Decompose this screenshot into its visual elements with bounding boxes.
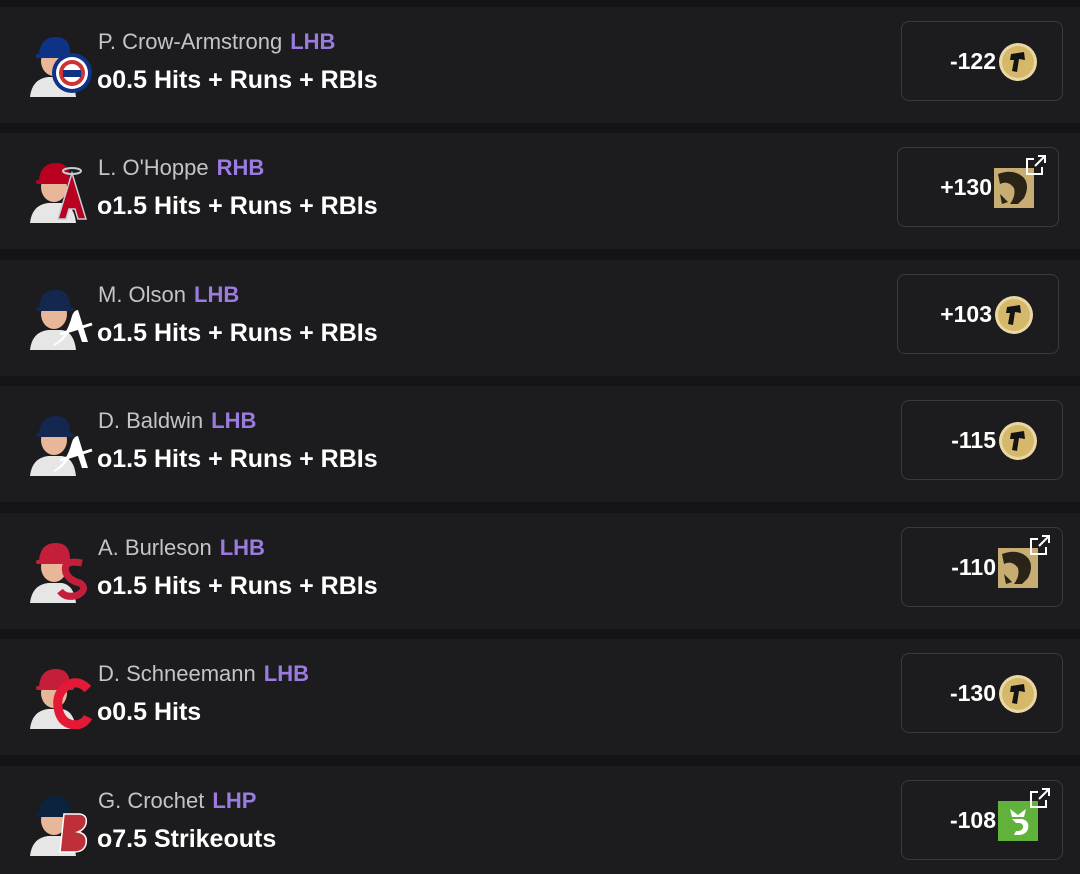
handedness-badge: LHP [212,788,257,813]
player-name: D. Baldwin [98,408,204,433]
handedness-badge: LHB [290,29,336,54]
player-name-line: M. Olson LHB [98,282,239,308]
handedness-badge: LHB [211,408,257,433]
prop-line: o1.5 Hits + Runs + RBIs [97,319,378,347]
odds-button[interactable]: -115 [901,400,1063,480]
prop-line: o1.5 Hits + Runs + RBIs [97,445,378,473]
player-name-line: A. Burleson LHB [98,535,265,561]
odds-button[interactable]: +103 [897,274,1059,354]
handedness-badge: LHB [219,535,265,560]
prop-line: o0.5 Hits [97,698,202,726]
odds-value: -122 [949,48,996,74]
odds-button[interactable]: -108 [901,780,1063,860]
odds-value: +103 [940,301,992,327]
player-avatar [0,27,100,99]
player-name: L. O'Hoppe [98,155,209,180]
odds-value: -115 [951,427,996,453]
player-name: D. Schneemann [98,661,256,686]
odds-value: +130 [940,174,992,200]
player-avatar [0,406,100,478]
prop-line: o7.5 Strikeouts [97,825,277,853]
player-name: P. Crow-Armstrong [98,29,283,54]
prop-row: A. Burleson LHB o1.5 Hits + Runs + RBIs -… [0,513,1080,629]
player-name: M. Olson [98,282,187,307]
prop-row: L. O'Hoppe RHB o1.5 Hits + Runs + RBIs +1… [0,133,1080,249]
prop-row: P. Crow-Armstrong LHB o0.5 Hits + Runs + … [0,7,1080,123]
player-name-line: D. Schneemann LHB [98,661,309,687]
player-avatar [0,533,100,605]
player-name-line: G. Crochet LHP [98,788,256,814]
odds-value: -110 [951,554,996,580]
odds-value: -130 [949,680,996,706]
prop-line: o0.5 Hits + Runs + RBIs [97,66,378,94]
handedness-badge: LHB [263,661,309,686]
prop-line: o1.5 Hits + Runs + RBIs [97,572,378,600]
odds-button[interactable]: +130 [897,147,1059,227]
player-avatar [0,153,100,225]
prop-row: D. Baldwin LHB o1.5 Hits + Runs + RBIs -1… [0,386,1080,502]
player-name-line: L. O'Hoppe RHB [98,155,264,181]
player-name: G. Crochet [98,788,205,813]
odds-button[interactable]: -122 [901,21,1063,101]
handedness-badge: LHB [194,282,240,307]
odds-button[interactable]: -130 [901,653,1063,733]
player-avatar [0,280,100,352]
player-name-line: P. Crow-Armstrong LHB [98,29,335,55]
player-name-line: D. Baldwin LHB [98,408,256,434]
prop-line: o1.5 Hits + Runs + RBIs [97,192,378,220]
player-avatar [0,786,100,858]
prop-row: D. Schneemann LHB o0.5 Hits -130 [0,639,1080,755]
player-name: A. Burleson [98,535,212,560]
player-avatar [0,659,100,731]
handedness-badge: RHB [216,155,265,180]
prop-row: M. Olson LHB o1.5 Hits + Runs + RBIs +103 [0,260,1080,376]
props-list: P. Crow-Armstrong LHB o0.5 Hits + Runs + … [0,0,1080,874]
odds-button[interactable]: -110 [901,527,1063,607]
prop-row: G. Crochet LHP o7.5 Strikeouts -108 [0,766,1080,874]
odds-value: -108 [949,807,996,833]
